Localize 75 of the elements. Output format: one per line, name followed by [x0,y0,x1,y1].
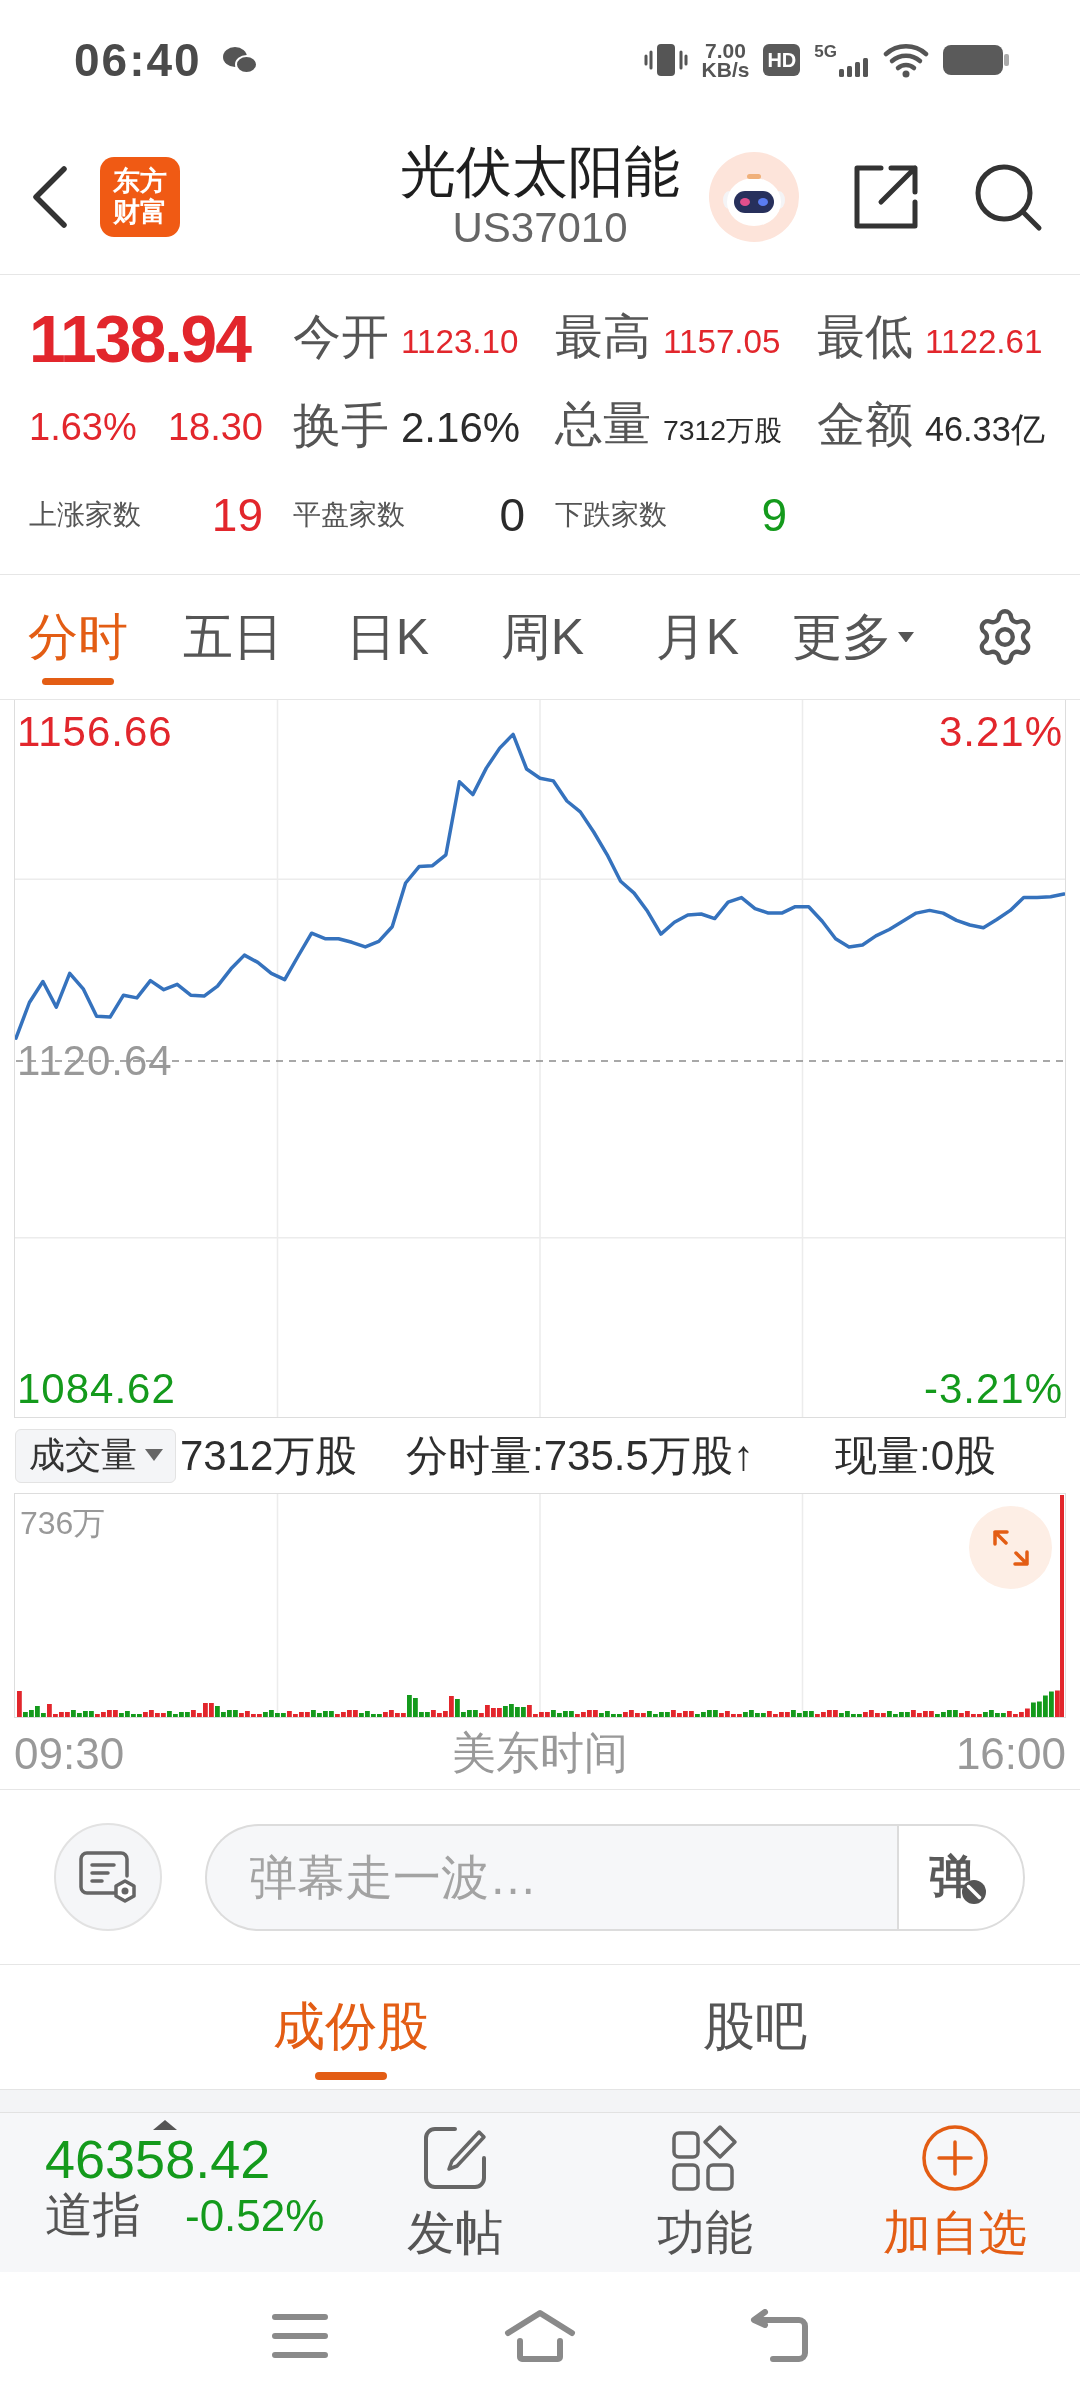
toolbar-button[interactable]: 功能 [580,2112,830,2272]
index-code: US37010 [452,203,628,253]
timezone-label: 美东时间 [452,1727,628,1779]
hd-indicator: HD [763,44,801,76]
robot-icon[interactable] [709,152,799,242]
count-value: 19 [211,488,263,542]
barrage-toggle[interactable]: 弹 [897,1823,1025,1931]
stat-label: 金额 [817,397,913,453]
edit-icon [421,2124,489,2192]
change-percent: 1.63% [29,405,137,449]
document-gear-icon [78,1850,138,1904]
chat-icon [221,45,258,75]
count-value: 0 [499,488,525,542]
battery-icon [943,45,1009,75]
price-label: 1156.66 [17,708,173,756]
search-icon[interactable] [973,162,1043,232]
time-label: 09:30 [14,1728,125,1779]
interval-volume: 分时量:735.5万股↑ [406,1430,755,1481]
time-label: 16:00 [955,1728,1066,1779]
percent-label: -3.21% [923,1365,1063,1413]
chart-tab[interactable]: 周K [465,575,620,699]
network-speed: 7.00 [705,41,746,60]
stat-label: 换手 [293,398,389,454]
caret-icon [897,631,914,643]
stat-value: 46.33亿 [925,409,1045,450]
stat-label: 最高 [555,308,651,365]
volume-total: 7312万股 [180,1430,359,1481]
caret-icon [153,2120,177,2130]
chart-tab[interactable]: 五日 [155,575,310,699]
menu-icon[interactable] [271,2313,329,2359]
comment-input[interactable]: 弹幕走一波… [205,1823,897,1931]
count-label: 下跌家数 [555,498,667,532]
home-icon[interactable] [504,2309,576,2363]
stat-value: 1122.61 [925,321,1043,362]
app-logo: 东方财富 [100,157,180,237]
stat-value: 1157.05 [663,321,781,362]
vibrate-icon [643,42,688,78]
speed-unit: KB/s [701,60,750,79]
stat-value: 2.16% [401,403,521,453]
toolbar-button[interactable]: 发帖 [330,2112,580,2272]
current-volume: 现量:0股 [835,1430,998,1481]
chart-tab[interactable]: 日K [310,575,465,699]
content-tab[interactable]: 成份股 [201,1965,501,2089]
back-icon[interactable] [30,165,70,229]
page-title: 光伏太阳能 [400,141,680,203]
signal-icon [839,57,869,77]
index-value: 46358.42 [45,2130,272,2188]
stat-value: 7312万股 [663,413,783,448]
volume-scale-label: 736万 [20,1504,106,1543]
chart-tab[interactable]: 更多 [775,575,930,699]
stat-label: 今开 [293,308,389,365]
status-time: 06:40 [74,33,202,87]
caret-icon [144,1449,163,1462]
network-type: 5G [814,43,837,60]
content-tab[interactable]: 股吧 [605,1965,905,2089]
count-label: 上涨家数 [29,498,141,532]
change-amount: 18.30 [167,405,263,449]
stat-label: 总量 [555,396,651,452]
stat-label: 最低 [817,308,913,365]
index-name: 道指 [45,2188,141,2242]
index-change: -0.52% [185,2190,325,2242]
grid-icon [671,2124,739,2192]
stat-value: 1123.10 [401,321,519,362]
chart-tab[interactable]: 月K [620,575,775,699]
add-icon [921,2124,989,2192]
price-label: 1120.64 [17,1036,173,1085]
last-price: 1138.94 [29,301,252,378]
price-label: 1084.62 [17,1365,176,1413]
percent-label: 3.21% [938,708,1063,756]
expand-icon [990,1527,1031,1568]
count-label: 平盘家数 [293,498,405,532]
volume-dropdown[interactable]: 成交量 [15,1428,176,1483]
chart-tab[interactable]: 分时 [0,575,155,699]
wifi-icon [883,42,929,78]
count-value: 9 [761,488,787,542]
